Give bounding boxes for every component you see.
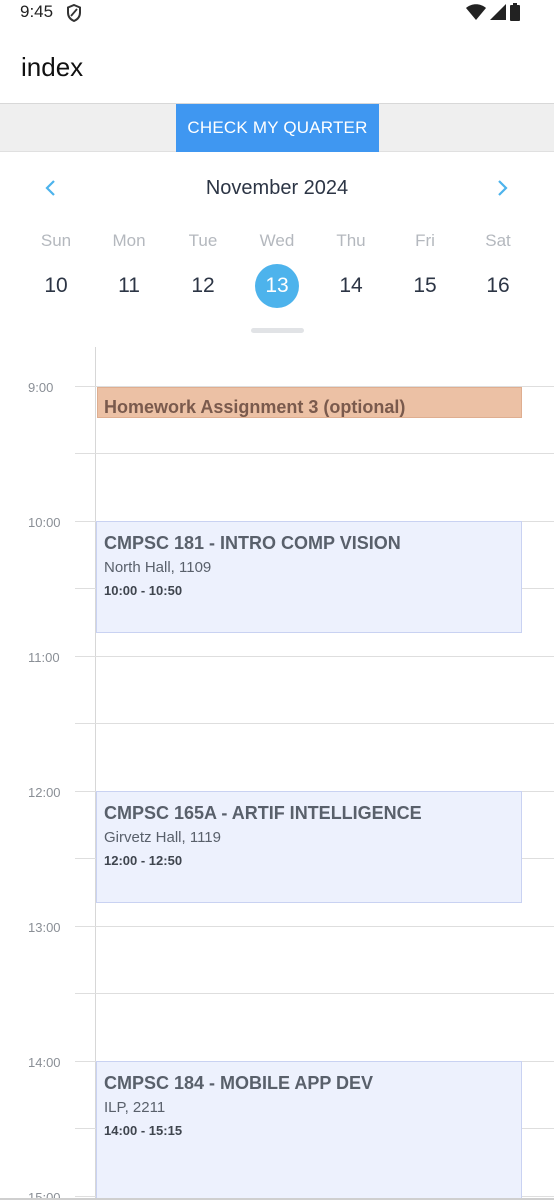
status-bar: 9:45 [0, 0, 554, 28]
homework-event[interactable]: Homework Assignment 3 (optional) [97, 387, 522, 418]
event-title: CMPSC 184 - MOBILE APP DEV [104, 1073, 374, 1093]
event-title: CMPSC 165A - ARTIF INTELLIGENCE [104, 803, 422, 823]
event-card[interactable]: CMPSC 165A - ARTIF INTELLIGENCE Girvetz … [96, 791, 522, 903]
day-sat[interactable]: Sat 16 [461, 230, 535, 308]
month-title: November 2024 [205, 177, 349, 199]
hour-label: 12:00 [28, 785, 61, 800]
hour-label: 13:00 [28, 920, 61, 935]
day-number: 10 [44, 274, 68, 297]
day-number: 16 [486, 274, 510, 297]
status-time: 9:45 [20, 2, 54, 21]
event-time: 12:00 - 12:50 [104, 853, 183, 868]
half-hour-line [75, 453, 554, 454]
event-title: Homework Assignment 3 (optional) [104, 397, 406, 417]
day-sun[interactable]: Sun 10 [19, 230, 93, 308]
half-hour-line [75, 723, 554, 724]
day-number: 15 [413, 274, 437, 297]
day-name: Tue [188, 231, 218, 250]
day-name: Sat [485, 231, 511, 250]
day-name: Mon [112, 231, 146, 250]
signal-icon [490, 4, 506, 20]
hour-label: 9:00 [28, 380, 54, 395]
day-name: Fri [415, 231, 435, 250]
event-time: 10:00 - 10:50 [104, 583, 183, 598]
day-name: Thu [336, 231, 366, 250]
day-name: Wed [259, 231, 295, 250]
event-location: Girvetz Hall, 1119 [104, 829, 221, 846]
event-location: ILP, 2211 [104, 1099, 166, 1116]
day-name: Sun [40, 231, 72, 250]
shield-icon [67, 4, 81, 22]
calendar-header: November 2024 Sun 10 Mon 11 Tue 12 Wed 1… [0, 152, 554, 347]
check-my-quarter-button[interactable]: CHECK MY QUARTER [176, 104, 379, 152]
page-title: index [21, 52, 84, 82]
hour-label: 11:00 [28, 650, 60, 665]
app-bar: index [0, 28, 554, 104]
chevron-right-icon[interactable] [495, 178, 509, 198]
half-hour-line [75, 993, 554, 994]
selected-day-number: 13 [255, 264, 299, 308]
hour-label: 10:00 [28, 515, 61, 530]
hour-label: 14:00 [28, 1055, 61, 1070]
day-wed[interactable]: Wed 13 [240, 230, 314, 308]
hour-line [75, 656, 554, 657]
day-fri[interactable]: Fri 15 [388, 230, 462, 308]
event-time: 14:00 - 15:15 [104, 1123, 183, 1138]
day-thu[interactable]: Thu 14 [314, 230, 388, 308]
event-card[interactable]: CMPSC 181 - INTRO COMP VISION North Hall… [96, 521, 522, 633]
day-number: 11 [118, 274, 140, 297]
day-timeline[interactable]: 9:00 10:00 11:00 12:00 13:00 14:00 15:00… [0, 347, 554, 1200]
day-tue[interactable]: Tue 12 [166, 230, 240, 308]
event-card[interactable]: CMPSC 184 - MOBILE APP DEV ILP, 2211 14:… [96, 1061, 522, 1200]
wifi-icon [466, 4, 486, 20]
day-number: 12 [191, 274, 215, 297]
day-mon[interactable]: Mon 11 [92, 230, 166, 308]
drag-handle[interactable] [251, 328, 304, 333]
day-number: 14 [339, 274, 363, 297]
toolbar: CHECK MY QUARTER [0, 104, 554, 152]
event-location: North Hall, 1109 [104, 559, 212, 576]
event-title: CMPSC 181 - INTRO COMP VISION [104, 533, 401, 553]
hour-line [75, 926, 554, 927]
battery-icon [510, 3, 520, 21]
